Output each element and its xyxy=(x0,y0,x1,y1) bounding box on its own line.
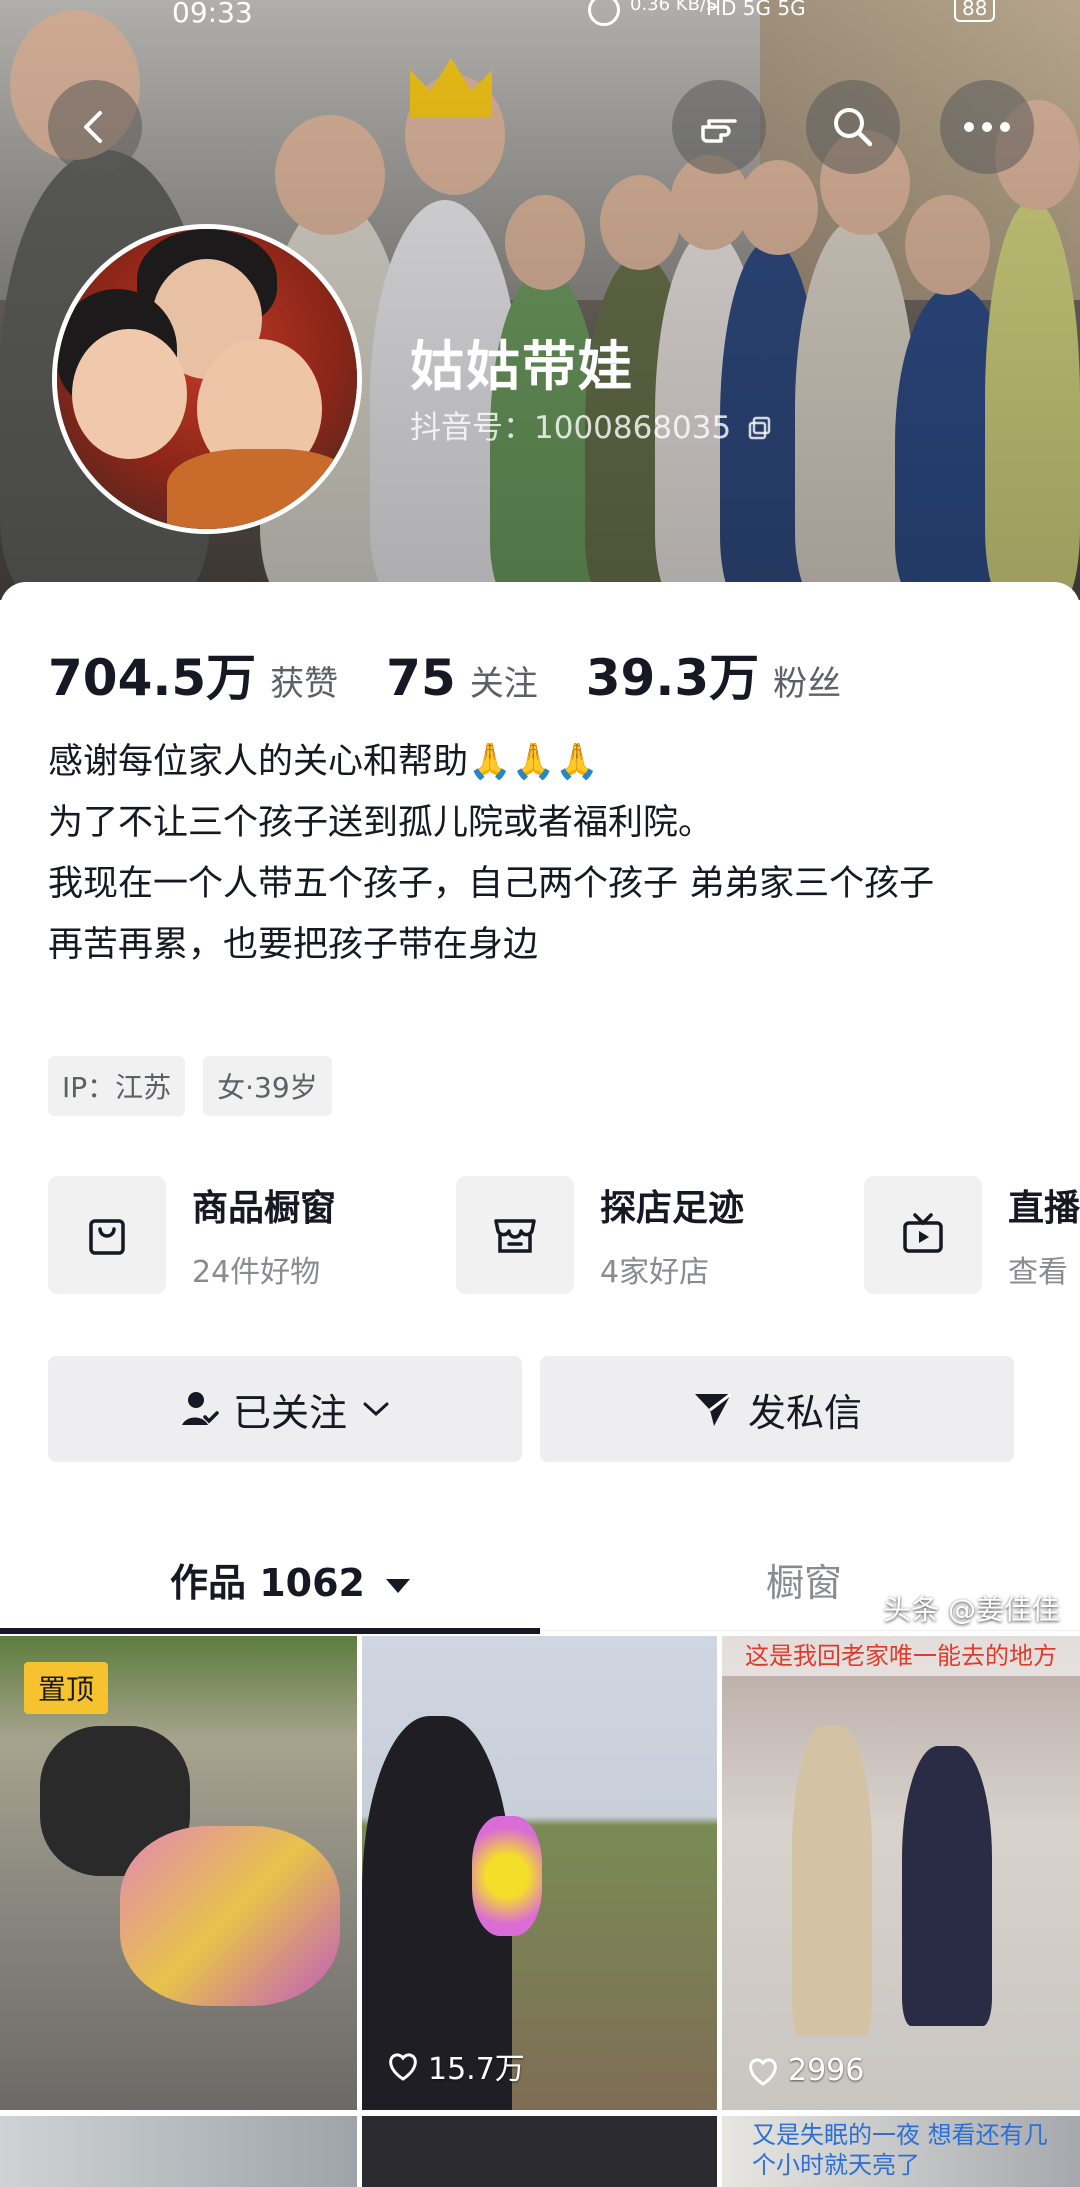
followed-button[interactable]: 已关注 xyxy=(48,1356,522,1462)
bio-line: 再苦再累，也要把孩子带在身边 xyxy=(48,925,539,965)
copy-icon[interactable] xyxy=(747,415,773,441)
video-thumbnail[interactable]: 15.7万 xyxy=(362,1636,717,2110)
thumb-figure xyxy=(902,1746,992,2026)
signal-icons: HD 5G 5G xyxy=(706,0,806,20)
send-icon xyxy=(694,1392,732,1426)
more-icon xyxy=(964,122,1010,132)
service-store-visits[interactable]: 探店足迹 4家好店 xyxy=(456,1176,744,1294)
avatar-child-face xyxy=(72,329,187,459)
video-overlay-text: 又是失眠的一夜 想看还有几个小时就天亮了 xyxy=(752,2121,1048,2179)
video-likes: 2996 xyxy=(746,2053,864,2088)
service-subtitle: 查看 xyxy=(1007,1255,1068,1290)
network-speed: 0.36 KB/S xyxy=(630,0,718,15)
status-time: 09:33 xyxy=(172,0,253,29)
service-subtitle: 4家好店 xyxy=(600,1255,710,1290)
profile-stats: 704.5万 获赞 75 关注 39.3万 粉丝 xyxy=(48,638,889,710)
avatar[interactable] xyxy=(52,224,362,534)
search-button[interactable] xyxy=(806,80,900,174)
douyin-id[interactable]: 抖音号：1000868035 xyxy=(410,402,773,447)
tab-showcase[interactable]: 橱窗 xyxy=(766,1552,842,1607)
service-icon-box xyxy=(864,1176,982,1294)
gender-age-tag: 女·39岁 xyxy=(203,1056,332,1116)
thumb-figure xyxy=(792,1726,872,2036)
service-shop-window[interactable]: 商品橱窗 24件好物 xyxy=(48,1176,336,1294)
followers-label[interactable]: 粉丝 xyxy=(773,656,841,705)
profile-bio: 感谢每位家人的关心和帮助🙏🙏🙏 为了不让三个孩子送到孤儿院或者福利院。 我现在一… xyxy=(48,732,1048,976)
service-title: 探店足迹 xyxy=(600,1188,745,1229)
likes-label: 获赞 xyxy=(270,664,339,704)
profile-name: 姑姑带娃 xyxy=(410,335,634,398)
thumb-figure xyxy=(120,1826,340,2006)
video-thumbnail[interactable]: 这是我回老家唯一能去的地方 2996 xyxy=(722,1636,1080,2110)
service-live[interactable]: 直播 查看 xyxy=(864,1176,1080,1294)
message-label: 发私信 xyxy=(747,1390,862,1435)
service-icon-box xyxy=(48,1176,166,1294)
video-overlay-text: 这是我回老家唯一能去的地方 xyxy=(722,1636,1080,1676)
bio-line: 为了不让三个孩子送到孤儿院或者福利院。 xyxy=(48,803,714,843)
video-thumbnail[interactable] xyxy=(0,2116,357,2187)
service-subtitle: 24件好物 xyxy=(192,1255,321,1290)
caret-down-icon[interactable] xyxy=(384,1576,412,1596)
thumb-flowers xyxy=(472,1816,542,1936)
heart-icon xyxy=(389,2053,417,2081)
search-icon xyxy=(834,108,873,147)
watermark: 头条 @姜佳佳 xyxy=(883,1593,1060,1626)
heart-icon xyxy=(749,2057,777,2086)
tv-play-icon xyxy=(903,1213,943,1253)
video-likes: 15.7万 xyxy=(386,2044,525,2088)
video-thumbnail[interactable]: 又是失眠的一夜 想看还有几个小时就天亮了 xyxy=(722,2116,1080,2187)
bio-line: 感谢每位家人的关心和帮助🙏🙏🙏 xyxy=(48,742,599,782)
following-count[interactable]: 75 xyxy=(386,649,456,707)
back-button[interactable] xyxy=(48,80,142,174)
status-bar: 09:33 0.36 KB/S HD 5G 5G 88 xyxy=(0,0,1080,34)
hand-pointer-icon xyxy=(701,119,737,143)
bio-line: 我现在一个人带五个孩子，自己两个孩子 弟弟家三个孩子 xyxy=(48,864,935,904)
chevron-down-icon xyxy=(363,1402,389,1417)
followers-count[interactable]: 39.3万 xyxy=(586,638,759,710)
more-button[interactable] xyxy=(940,80,1034,174)
tab-works-label: 作品 1062 xyxy=(170,1561,365,1605)
store-icon xyxy=(494,1219,536,1253)
video-thumbnail[interactable]: 置顶 xyxy=(0,1636,357,2110)
ip-location-tag: IP：江苏 xyxy=(48,1056,186,1116)
tab-indicator xyxy=(0,1628,540,1634)
battery-level: 88 xyxy=(954,0,996,22)
chevron-left-icon xyxy=(84,111,102,143)
user-check-icon xyxy=(181,1392,219,1425)
followed-label: 已关注 xyxy=(232,1390,347,1435)
tab-showcase-label: 橱窗 xyxy=(766,1561,843,1605)
following-label[interactable]: 关注 xyxy=(470,656,538,705)
video-thumbnail[interactable] xyxy=(362,2116,717,2187)
avatar-child-clothes xyxy=(167,449,357,529)
shopping-bag-icon xyxy=(89,1219,125,1255)
alarm-icon xyxy=(588,0,620,26)
douyin-id-text: 抖音号：1000868035 xyxy=(410,410,732,446)
likes-count: 704.5万 xyxy=(48,649,257,707)
likes-count-text: 15.7万 xyxy=(428,2052,525,2087)
likes-count-text: 2996 xyxy=(788,2053,865,2088)
tab-works[interactable]: 作品 1062 xyxy=(170,1552,412,1607)
message-button[interactable]: 发私信 xyxy=(540,1356,1014,1462)
gesture-button[interactable] xyxy=(672,80,766,174)
service-title: 直播 xyxy=(1007,1188,1080,1229)
pinned-badge: 置顶 xyxy=(24,1662,109,1714)
service-title: 商品橱窗 xyxy=(192,1188,337,1229)
profile-tags: IP：江苏 女·39岁 xyxy=(48,1056,332,1116)
service-icon-box xyxy=(456,1176,574,1294)
